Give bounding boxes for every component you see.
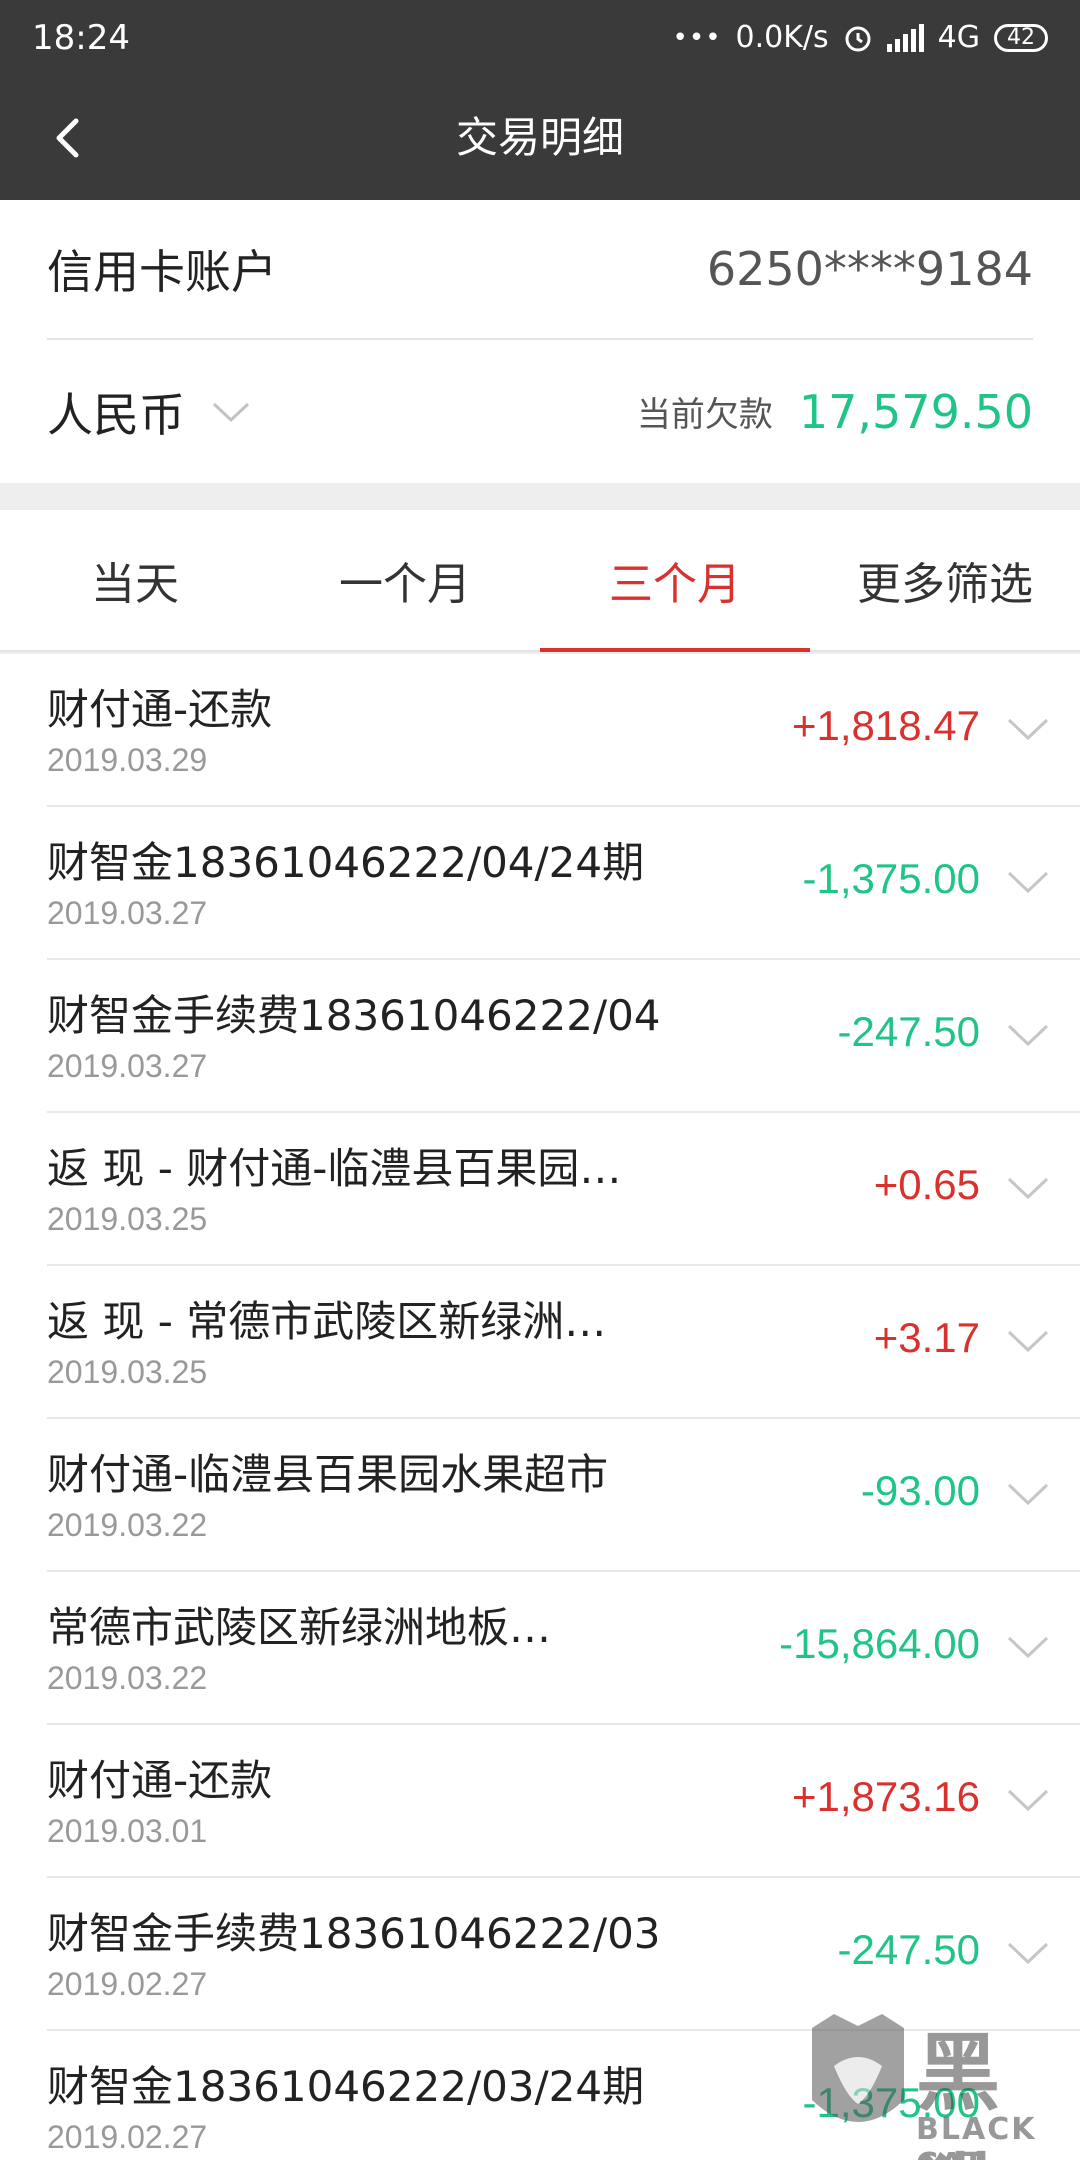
status-time: 18:24 [32, 17, 130, 58]
transaction-amount: +3.17 [873, 1314, 980, 1361]
transaction-name: 财智金18361046222/03/24期 [47, 2062, 645, 2111]
account-row: 信用卡账户 6250****9184 [47, 200, 1033, 340]
network-type: 4G [937, 20, 980, 55]
transaction-row[interactable]: 财智金18361046222/04/24期 2019.03.27 -1,375.… [0, 807, 1080, 960]
tab-one-month[interactable]: 一个月 [270, 510, 540, 650]
transaction-name: 财智金手续费18361046222/03 [47, 1909, 661, 1958]
debt-value: 17,579.50 [798, 384, 1033, 439]
transaction-date: 2019.02.27 [47, 2119, 208, 2155]
transaction-date: 2019.03.22 [47, 1507, 208, 1543]
transaction-name: 返 现 - 财付通-临澧县百果园… [47, 1144, 622, 1193]
black-cat-watermark: 黑猫 BLACK CAT [804, 2004, 1074, 2160]
account-card: 信用卡账户 6250****9184 人民币 当前欠款 17,579.50 [0, 200, 1080, 483]
network-speed: 0.0K/s [735, 20, 829, 55]
watermark-subtext: BLACK CAT [916, 2112, 1037, 2160]
transaction-amount: -93.00 [860, 1467, 980, 1514]
transaction-name: 常德市武陵区新绿洲地板… [47, 1603, 552, 1652]
chevron-down-icon [212, 402, 250, 422]
transaction-row[interactable]: 财智金手续费18361046222/04 2019.03.27 -247.50 [0, 960, 1080, 1113]
tab-more-filters[interactable]: 更多筛选 [810, 510, 1080, 650]
transaction-list: 财付通-还款 2019.03.29 +1,818.47 财智金183610462… [0, 654, 1080, 2160]
account-label: 信用卡账户 [47, 245, 277, 299]
transaction-amount: +0.65 [873, 1161, 980, 1208]
chevron-down-icon[interactable] [1006, 1481, 1050, 1507]
period-tabs: 当天 一个月 三个月 更多筛选 [0, 510, 1080, 652]
status-bar: 18:24 ••• 0.0K/s 4G 42 [0, 0, 1080, 75]
debt-label: 当前欠款 [636, 395, 773, 435]
transaction-name: 财付通-还款 [47, 1756, 273, 1805]
transaction-date: 2019.03.22 [47, 1660, 208, 1696]
tab-today[interactable]: 当天 [0, 510, 270, 650]
chevron-down-icon[interactable] [1006, 1940, 1050, 1966]
chevron-down-icon[interactable] [1006, 716, 1050, 742]
transaction-amount: +1,873.16 [791, 1773, 980, 1820]
transaction-name: 财智金手续费18361046222/04 [47, 991, 661, 1040]
chevron-down-icon[interactable] [1006, 869, 1050, 895]
transaction-name: 财付通-临澧县百果园水果超市 [47, 1450, 609, 1499]
status-indicators: ••• 0.0K/s 4G 42 [673, 20, 1048, 55]
transaction-name: 财付通-还款 [47, 685, 273, 734]
transaction-row[interactable]: 财付通-还款 2019.03.01 +1,873.16 [0, 1725, 1080, 1878]
chevron-down-icon[interactable] [1006, 1328, 1050, 1354]
transaction-name: 返 现 - 常德市武陵区新绿洲… [47, 1297, 607, 1346]
nav-bar: 交易明细 [0, 75, 1080, 200]
transaction-amount: -15,864.00 [779, 1620, 980, 1667]
transaction-row[interactable]: 返 现 - 财付通-临澧县百果园… 2019.03.25 +0.65 [0, 1113, 1080, 1266]
alarm-icon [845, 26, 871, 51]
transaction-date: 2019.03.25 [47, 1354, 208, 1390]
signal-icon [886, 23, 924, 52]
tab-three-months[interactable]: 三个月 [540, 510, 810, 652]
transaction-row[interactable]: 财付通-还款 2019.03.29 +1,818.47 [0, 654, 1080, 807]
transaction-amount: -247.50 [837, 1926, 980, 1973]
battery-icon: 42 [994, 23, 1048, 52]
chevron-down-icon[interactable] [1006, 1175, 1050, 1201]
transaction-name: 财智金18361046222/04/24期 [47, 838, 645, 887]
page-title: 交易明细 [455, 113, 624, 162]
current-debt: 当前欠款 17,579.50 [637, 385, 1033, 439]
transaction-date: 2019.02.27 [47, 1966, 208, 2002]
currency-selector[interactable]: 人民币 [47, 379, 251, 445]
transaction-amount: +1,818.47 [791, 702, 980, 749]
chevron-down-icon[interactable] [1006, 1022, 1050, 1048]
currency-label: 人民币 [47, 387, 185, 442]
chevron-down-icon[interactable] [1006, 1634, 1050, 1660]
account-number: 6250****9184 [706, 242, 1033, 296]
transaction-date: 2019.03.01 [47, 1813, 208, 1849]
transaction-row[interactable]: 返 现 - 常德市武陵区新绿洲… 2019.03.25 +3.17 [0, 1266, 1080, 1419]
transaction-date: 2019.03.25 [47, 1201, 208, 1237]
transaction-row[interactable]: 财付通-临澧县百果园水果超市 2019.03.22 -93.00 [0, 1419, 1080, 1572]
chevron-down-icon[interactable] [1006, 1787, 1050, 1813]
transaction-amount: -247.50 [837, 1008, 980, 1055]
transaction-date: 2019.03.27 [47, 1048, 208, 1084]
transaction-amount: -1,375.00 [802, 855, 980, 902]
cat-logo-icon [812, 2014, 904, 2122]
more-dots-icon: ••• [672, 22, 722, 53]
currency-row: 人民币 当前欠款 17,579.50 [47, 340, 1033, 483]
transaction-date: 2019.03.29 [47, 742, 208, 778]
transaction-date: 2019.03.27 [47, 895, 208, 931]
transaction-row[interactable]: 常德市武陵区新绿洲地板… 2019.03.22 -15,864.00 [0, 1572, 1080, 1725]
